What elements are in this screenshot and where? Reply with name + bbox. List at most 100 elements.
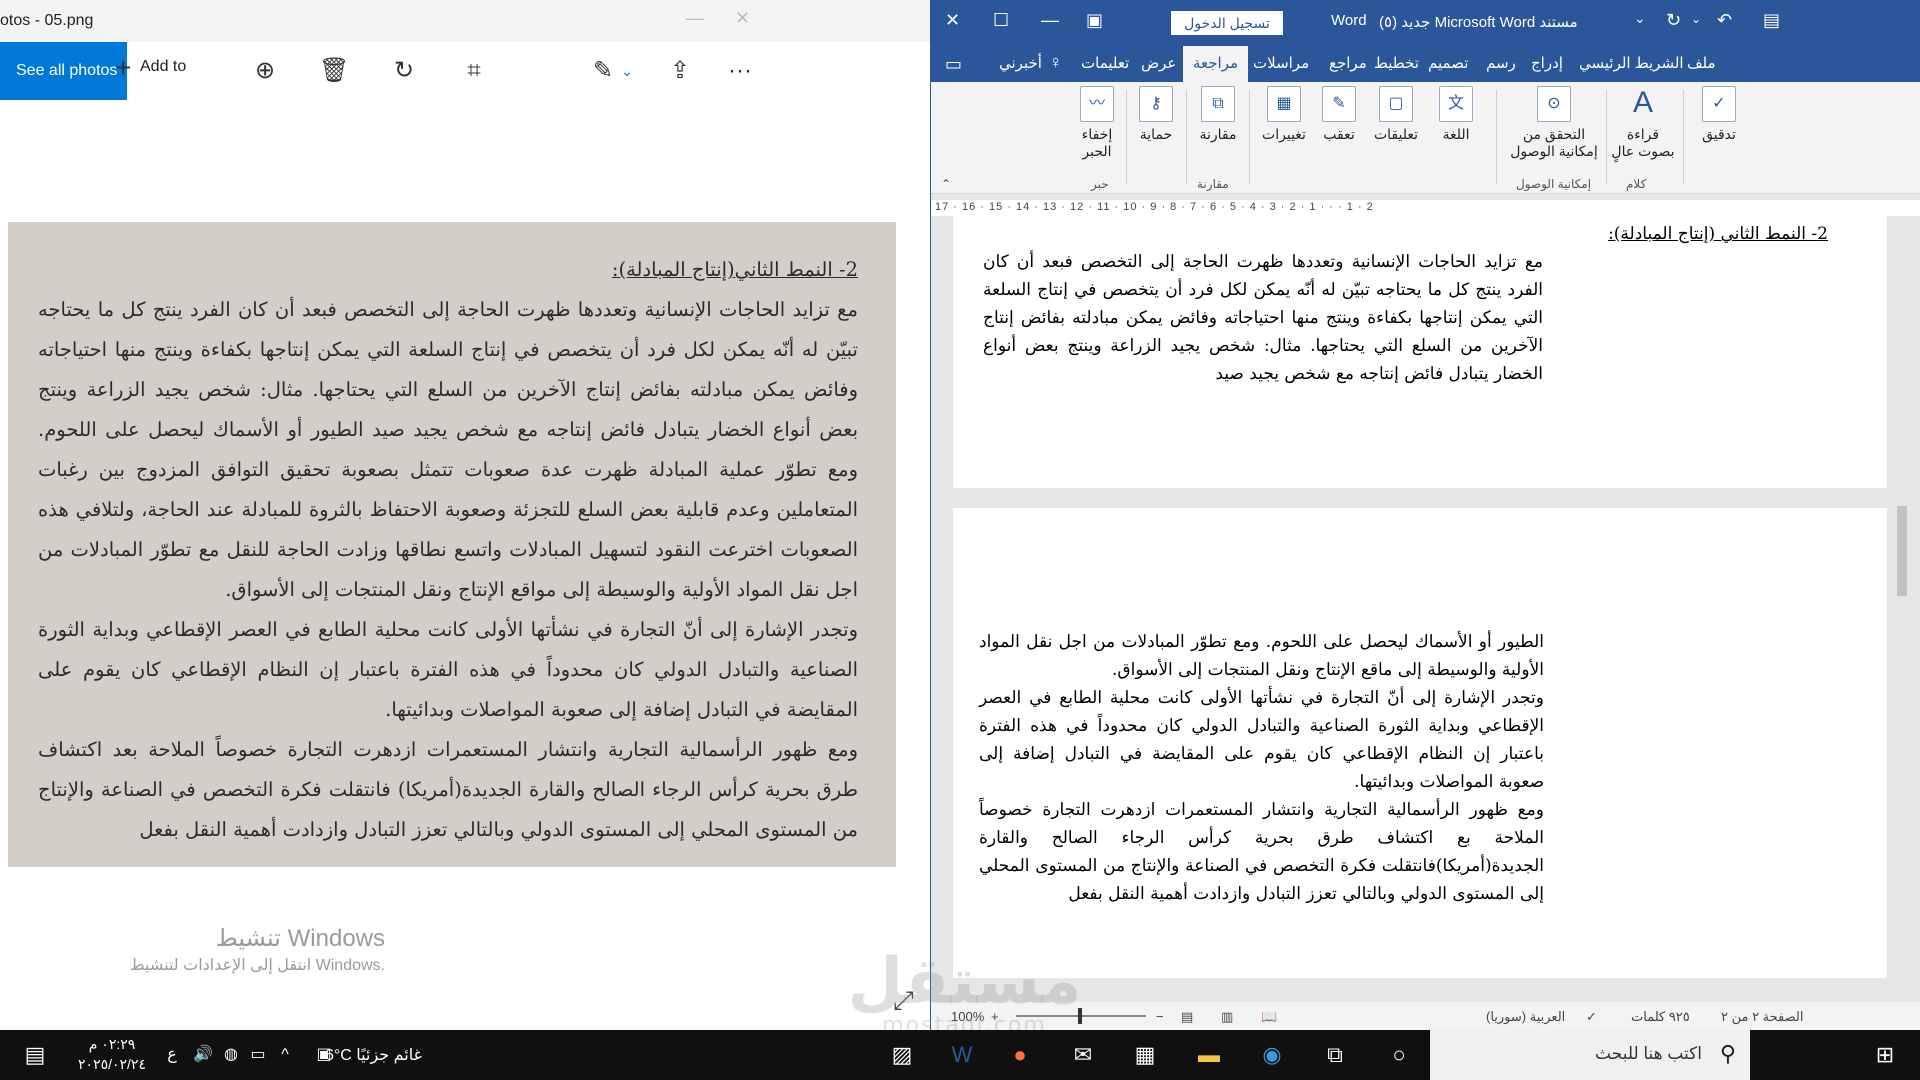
- hide-ink-button[interactable]: 〰 إخفاء الحبر: [1071, 86, 1123, 160]
- group-separator: [1249, 90, 1250, 184]
- undo-icon[interactable]: ↶: [1717, 10, 1732, 31]
- status-word-count[interactable]: ٩٢٥ كلمات: [1631, 1009, 1690, 1025]
- vertical-scrollbar[interactable]: [1894, 216, 1910, 978]
- scrollbar-thumb[interactable]: [1897, 506, 1907, 596]
- chevron-down-icon[interactable]: ⌄: [612, 56, 642, 86]
- page-heading-text: 2- النمط الثاني (إنتاج المبادلة):: [1608, 224, 1828, 244]
- input-language[interactable]: ع: [155, 1040, 189, 1070]
- tab-help[interactable]: تعليمات: [1081, 54, 1129, 72]
- see-all-photos-button[interactable]: See all photos: [0, 42, 127, 100]
- print-layout-icon[interactable]: ▥: [1221, 1009, 1233, 1025]
- accessibility-label: التحقق من إمكانية الوصول: [1510, 126, 1598, 159]
- rotate-icon[interactable]: ↻: [389, 56, 419, 86]
- tab-review[interactable]: مراجعة: [1183, 46, 1249, 82]
- language-icon: 文: [1439, 86, 1473, 122]
- more-options-button[interactable]: ···: [725, 56, 755, 86]
- add-to-button[interactable]: Add to: [140, 58, 186, 76]
- edge-icon[interactable]: ◉: [1255, 1040, 1289, 1070]
- share-icon[interactable]: ⇪: [665, 56, 695, 86]
- cortana-icon[interactable]: ○: [1382, 1040, 1416, 1070]
- changes-label: تغييرات: [1262, 126, 1306, 142]
- compare-icon: ⧉: [1201, 86, 1235, 122]
- word-app-icon[interactable]: W: [945, 1040, 979, 1070]
- minimize-icon[interactable]: —: [1041, 10, 1059, 31]
- document-title: مستند Microsoft Word جديد (٥): [1379, 14, 1578, 31]
- maximize-icon[interactable]: ☐: [993, 10, 1009, 31]
- clock[interactable]: ٠٢:٢٩ م ٢٠٢٥/٠٢/٢٤: [72, 1034, 152, 1074]
- language-button[interactable]: 文 اللغة: [1431, 86, 1481, 143]
- read-mode-icon[interactable]: 📖: [1261, 1009, 1277, 1025]
- word-window: ✕ ☐ — ▣ تسجيل الدخول Word مستند Microsof…: [930, 0, 1920, 1030]
- tracking-button[interactable]: ✎ تعقب: [1316, 86, 1362, 143]
- proofing-button[interactable]: ✓ تدقيق: [1691, 86, 1747, 143]
- ruler-ticks: 17 · 16 · 15 · 14 · 13 · 12 · 11 · 10 · …: [935, 201, 1374, 213]
- store-icon[interactable]: ▦: [1128, 1040, 1162, 1070]
- collapse-ribbon-icon[interactable]: ⌃: [941, 177, 951, 191]
- group-separator: [1126, 90, 1127, 184]
- customize-toolbar-icon[interactable]: ⌄: [1634, 10, 1646, 27]
- lightbulb-icon[interactable]: ♀: [1049, 52, 1063, 73]
- tab-tell-me[interactable]: أخبرني: [999, 54, 1042, 72]
- sign-in-button[interactable]: تسجيل الدخول: [1171, 11, 1283, 35]
- track-changes-icon: ✎: [1322, 86, 1356, 122]
- status-language[interactable]: العربية (سوريا): [1486, 1009, 1565, 1025]
- delete-icon[interactable]: 🗑: [319, 56, 349, 86]
- tab-file[interactable]: ملف: [1687, 54, 1716, 72]
- notifications-icon[interactable]: ▤: [18, 1040, 52, 1070]
- tracking-label: تعقب: [1323, 126, 1355, 142]
- tab-insert[interactable]: إدراج: [1531, 54, 1563, 72]
- check-accessibility-button[interactable]: ⊙ التحقق من إمكانية الوصول: [1506, 86, 1602, 160]
- comment-icon: ▢: [1379, 86, 1413, 122]
- compare-button[interactable]: ⧉ مقارنة: [1193, 86, 1243, 143]
- comments-pane-icon[interactable]: ▭: [945, 54, 962, 75]
- changes-button[interactable]: ▦ تغييرات: [1258, 86, 1310, 143]
- hide-ink-label: إخفاء الحبر: [1081, 126, 1113, 159]
- close-icon[interactable]: ✕: [945, 10, 960, 31]
- minimize-icon[interactable]: —: [686, 8, 704, 29]
- plus-icon[interactable]: +: [115, 52, 131, 84]
- save-icon[interactable]: ▤: [1763, 10, 1780, 31]
- photo-image: 2- النمط الثاني(إنتاج المبادلة): مع تزاي…: [8, 222, 896, 867]
- repeat-icon[interactable]: ↻: [1666, 10, 1681, 31]
- comments-button[interactable]: ▢ تعليقات: [1371, 86, 1421, 143]
- photos-app-icon[interactable]: ▨: [885, 1040, 919, 1070]
- page-heading: 2- النمط الثاني (إنتاج المبادلة):: [1398, 220, 1828, 248]
- chevron-down-icon[interactable]: ⌄: [1691, 12, 1701, 26]
- proofing-status-icon[interactable]: ✓: [1586, 1009, 1597, 1025]
- ribbon-tabs: ▭ أخبرني ♀ تعليمات عرض مراجعة مراسلات مر…: [931, 44, 1920, 82]
- tab-home[interactable]: الشريط الرئيسي: [1579, 54, 1684, 72]
- weather-text[interactable]: 6°C غائم جزئيًا: [325, 1045, 422, 1065]
- photo-text-paragraph: وتجدر الإشارة إلى أنّ التجارة في نشأتها …: [38, 618, 858, 721]
- tab-view[interactable]: عرض: [1141, 54, 1176, 72]
- folder-icon[interactable]: ▬: [1192, 1040, 1226, 1070]
- tab-layout[interactable]: تخطيط: [1374, 54, 1419, 72]
- tab-references[interactable]: مراجع: [1329, 54, 1367, 72]
- photo-text-paragraph: ومع ظهور الرأسمالية التجارية وانتشار الم…: [38, 738, 858, 841]
- tab-mailings[interactable]: مراسلات: [1253, 54, 1309, 72]
- document-page[interactable]: 2- النمط الثاني (إنتاج المبادلة): مع تزا…: [953, 216, 1887, 488]
- group-separator: [1496, 90, 1497, 184]
- proofing-label: تدقيق: [1702, 126, 1736, 142]
- read-aloud-label: قراءة بصوت عالٍ: [1611, 126, 1675, 159]
- ribbon-display-icon[interactable]: ▣: [1086, 10, 1103, 31]
- focus-icon[interactable]: ▤: [1181, 1009, 1193, 1025]
- zoom-in-icon[interactable]: ⊕: [250, 56, 280, 86]
- read-aloud-button[interactable]: A قراءة بصوت عالٍ: [1608, 86, 1678, 160]
- taskbar-search-box[interactable]: اكتب هنا للبحث ⚲: [1430, 1030, 1750, 1080]
- protect-button[interactable]: ⚷ حماية: [1131, 86, 1181, 143]
- chevron-up-icon[interactable]: ^: [268, 1040, 302, 1070]
- firefox-icon[interactable]: ●: [1003, 1040, 1037, 1070]
- start-windows-icon[interactable]: ⊞: [1868, 1040, 1902, 1070]
- status-page-number[interactable]: الصفحة ٢ من ٢: [1721, 1009, 1803, 1025]
- document-page[interactable]: الطيور أو الأسماك ليحصل على اللحوم. ومع …: [953, 508, 1887, 978]
- photo-text-paragraph: مع تزايد الحاجات الإنسانية وتعددها ظهرت …: [38, 298, 858, 601]
- horizontal-ruler[interactable]: 17 · 16 · 15 · 14 · 13 · 12 · 11 · 10 · …: [931, 200, 1920, 216]
- close-icon[interactable]: ✕: [735, 8, 750, 29]
- spelling-check-icon: ✓: [1702, 86, 1736, 122]
- tab-design[interactable]: تصميم: [1428, 54, 1468, 72]
- tab-draw[interactable]: رسم: [1486, 54, 1516, 72]
- zoom-out-icon[interactable]: −: [1156, 1009, 1164, 1024]
- task-view-icon[interactable]: ⧉: [1318, 1040, 1352, 1070]
- crop-icon[interactable]: ⌗: [459, 56, 489, 86]
- mail-icon[interactable]: ✉: [1066, 1040, 1100, 1070]
